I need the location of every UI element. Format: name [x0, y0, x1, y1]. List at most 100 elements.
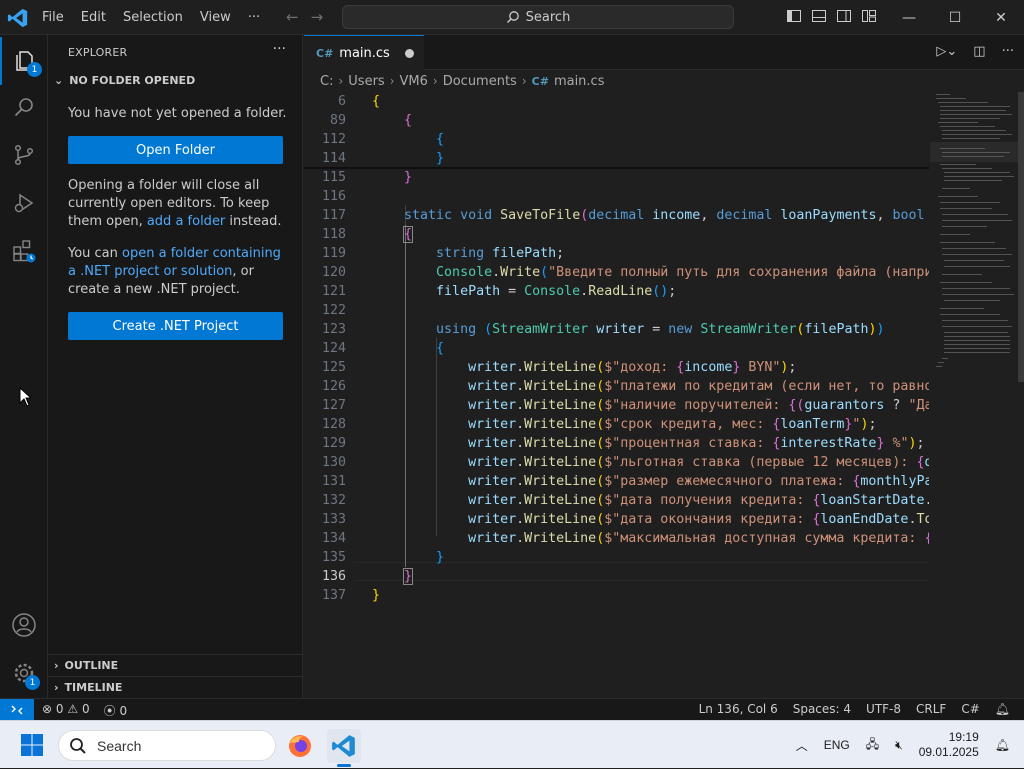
chevron-up-icon[interactable]: ︿ [796, 737, 808, 754]
timeline-section-header[interactable]: › TIMELINE [48, 676, 303, 698]
activity-bar: 1 1 [0, 35, 48, 698]
open-folder-button[interactable]: Open Folder [68, 136, 283, 164]
vscode-app[interactable] [327, 729, 361, 767]
notifications-icon[interactable]: 🔔︎ [995, 738, 1010, 752]
breadcrumb-item[interactable]: Documents [443, 74, 517, 89]
chevron-right-icon: › [54, 659, 59, 672]
back-arrow-icon[interactable]: ← [286, 8, 299, 26]
menu-more[interactable]: ··· [248, 10, 260, 25]
menu-selection[interactable]: Selection [123, 10, 183, 25]
more-actions-icon[interactable]: ··· [273, 41, 286, 57]
code-line: 122 [304, 301, 929, 320]
forward-arrow-icon[interactable]: → [311, 8, 324, 26]
minimize-icon[interactable]: — [886, 0, 932, 35]
breadcrumb-item[interactable]: main.cs [554, 74, 605, 89]
code-editor[interactable]: 6{ 89 { 112 { 114 } 115 } 116 117 static… [304, 92, 929, 698]
more-actions-icon[interactable]: ··· [1002, 44, 1014, 59]
code-line: 130 writer.WriteLine($"льготная ставка (… [304, 453, 929, 472]
line-number: 137 [321, 588, 346, 603]
code-line: 114 } [304, 149, 929, 168]
manage-activity[interactable]: 1 [0, 649, 48, 697]
encoding[interactable]: UTF-8 [866, 702, 901, 716]
line-endings[interactable]: CRLF [916, 702, 946, 716]
line-number: 89 [329, 113, 346, 128]
title-bar: File Edit Selection View ··· ← → Search … [0, 0, 1024, 35]
clock[interactable]: 19:19 09.01.2025 [919, 730, 979, 760]
cursor-position[interactable]: Ln 136, Col 6 [699, 702, 778, 716]
code-line: 135 } [304, 548, 929, 567]
unsaved-dot-icon[interactable] [405, 49, 414, 58]
status-bar: ⊗ 0 ⚠ 0 ⦿ 0 Ln 136, Col 6 Spaces: 4 UTF-… [0, 698, 1024, 721]
remote-icon [11, 705, 23, 715]
line-number: 136 [321, 569, 346, 584]
bell-icon[interactable]: 🔔︎ [995, 702, 1010, 716]
network-icon[interactable]: 🖧︎ [866, 735, 879, 756]
code-line: 129 writer.WriteLine($"процентная ставка… [304, 434, 929, 453]
clock-time: 19:19 [948, 730, 979, 744]
line-number: 130 [321, 455, 346, 470]
split-editor-icon[interactable]: ◫ [973, 44, 985, 59]
windows-start-icon[interactable] [20, 733, 44, 757]
line-number: 118 [321, 227, 346, 242]
source-control-activity[interactable] [0, 131, 48, 179]
toggle-secondary-sidebar-icon[interactable] [836, 8, 852, 24]
outline-section-header[interactable]: › OUTLINE [48, 654, 303, 676]
create-dotnet-project-button[interactable]: Create .NET Project [68, 312, 283, 340]
input-language[interactable]: ENG [824, 738, 850, 752]
taskbar-search[interactable]: Search [58, 730, 276, 761]
tab-main-cs[interactable]: C# main.cs [304, 35, 424, 70]
line-number: 117 [321, 208, 346, 223]
search-activity[interactable] [0, 83, 48, 131]
breadcrumb-item[interactable]: Users [348, 74, 384, 89]
breadcrumb-separator-icon: › [521, 74, 527, 88]
toggle-panel-icon[interactable] [811, 8, 827, 24]
open-folder-warning: Opening a folder will close all currentl… [68, 177, 290, 231]
breadcrumb-item[interactable]: C: [320, 74, 333, 89]
mouse-cursor-icon [19, 387, 31, 407]
code-line: 133 writer.WriteLine($"дата окончания кр… [304, 510, 929, 529]
breadcrumb-separator-icon: › [432, 74, 438, 88]
customize-layout-icon[interactable] [861, 8, 877, 24]
indentation[interactable]: Spaces: 4 [793, 702, 851, 716]
run-icon[interactable]: ▷⌄ [936, 44, 957, 59]
menu-view[interactable]: View [200, 10, 231, 25]
toggle-primary-sidebar-icon[interactable] [786, 8, 802, 24]
line-number: 131 [321, 474, 346, 489]
line-number: 124 [321, 341, 346, 356]
explorer-activity[interactable]: 1 [0, 37, 48, 85]
ports-status[interactable]: ⦿ 0 [104, 702, 127, 719]
warning-icon: ⚠ [67, 702, 79, 716]
menu-edit[interactable]: Edit [81, 10, 106, 25]
vscode-logo-icon [7, 8, 28, 28]
run-debug-activity[interactable] [0, 179, 48, 227]
minimap[interactable] [930, 92, 1020, 392]
code-line: 89 { [304, 111, 929, 130]
vertical-scrollbar[interactable] [1018, 92, 1024, 698]
volume-muted-icon[interactable]: 🔇︎ [895, 738, 903, 753]
menu-file[interactable]: File [42, 10, 64, 25]
remote-indicator[interactable] [0, 699, 34, 721]
line-number: 125 [321, 360, 346, 375]
add-folder-link[interactable]: add a folder [147, 214, 225, 229]
language-mode[interactable]: C# [961, 702, 979, 716]
scrollbar-thumb[interactable] [1018, 92, 1024, 382]
line-number: 120 [321, 265, 346, 280]
maximize-icon[interactable]: ☐ [932, 0, 978, 35]
error-icon: ⊗ [42, 702, 53, 716]
code-line: 121 filePath = Console.ReadLine(); [304, 282, 929, 301]
line-number: 132 [321, 493, 346, 508]
close-icon[interactable]: ✕ [978, 0, 1024, 35]
extensions-activity[interactable] [0, 227, 48, 275]
code-line: 128 writer.WriteLine($"срок кредита, мес… [304, 415, 929, 434]
command-center-search[interactable]: Search [342, 5, 734, 29]
search-label: Search [525, 9, 571, 25]
firefox-app[interactable] [283, 729, 317, 763]
code-line: 132 writer.WriteLine($"дата получения кр… [304, 491, 929, 510]
line-number: 133 [321, 512, 346, 527]
no-folder-section-header[interactable]: ⌄ NO FOLDER OPENED [54, 74, 195, 87]
breadcrumb-item[interactable]: VM6 [400, 74, 428, 89]
accounts-activity[interactable] [0, 601, 48, 649]
code-line-current: 136 } [304, 567, 929, 586]
line-number: 123 [321, 322, 346, 337]
problems-status[interactable]: ⊗ 0 ⚠ 0 [42, 702, 90, 719]
